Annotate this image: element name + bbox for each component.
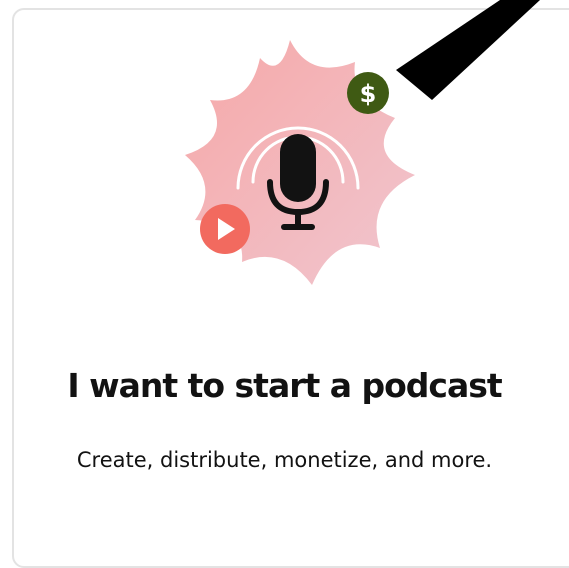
- black-stroke-overlay: [396, 0, 540, 100]
- play-icon: [200, 204, 250, 254]
- card-subtitle: Create, distribute, monetize, and more.: [76, 448, 493, 472]
- card-title: I want to start a podcast: [67, 366, 502, 405]
- dollar-symbol: $: [360, 80, 377, 108]
